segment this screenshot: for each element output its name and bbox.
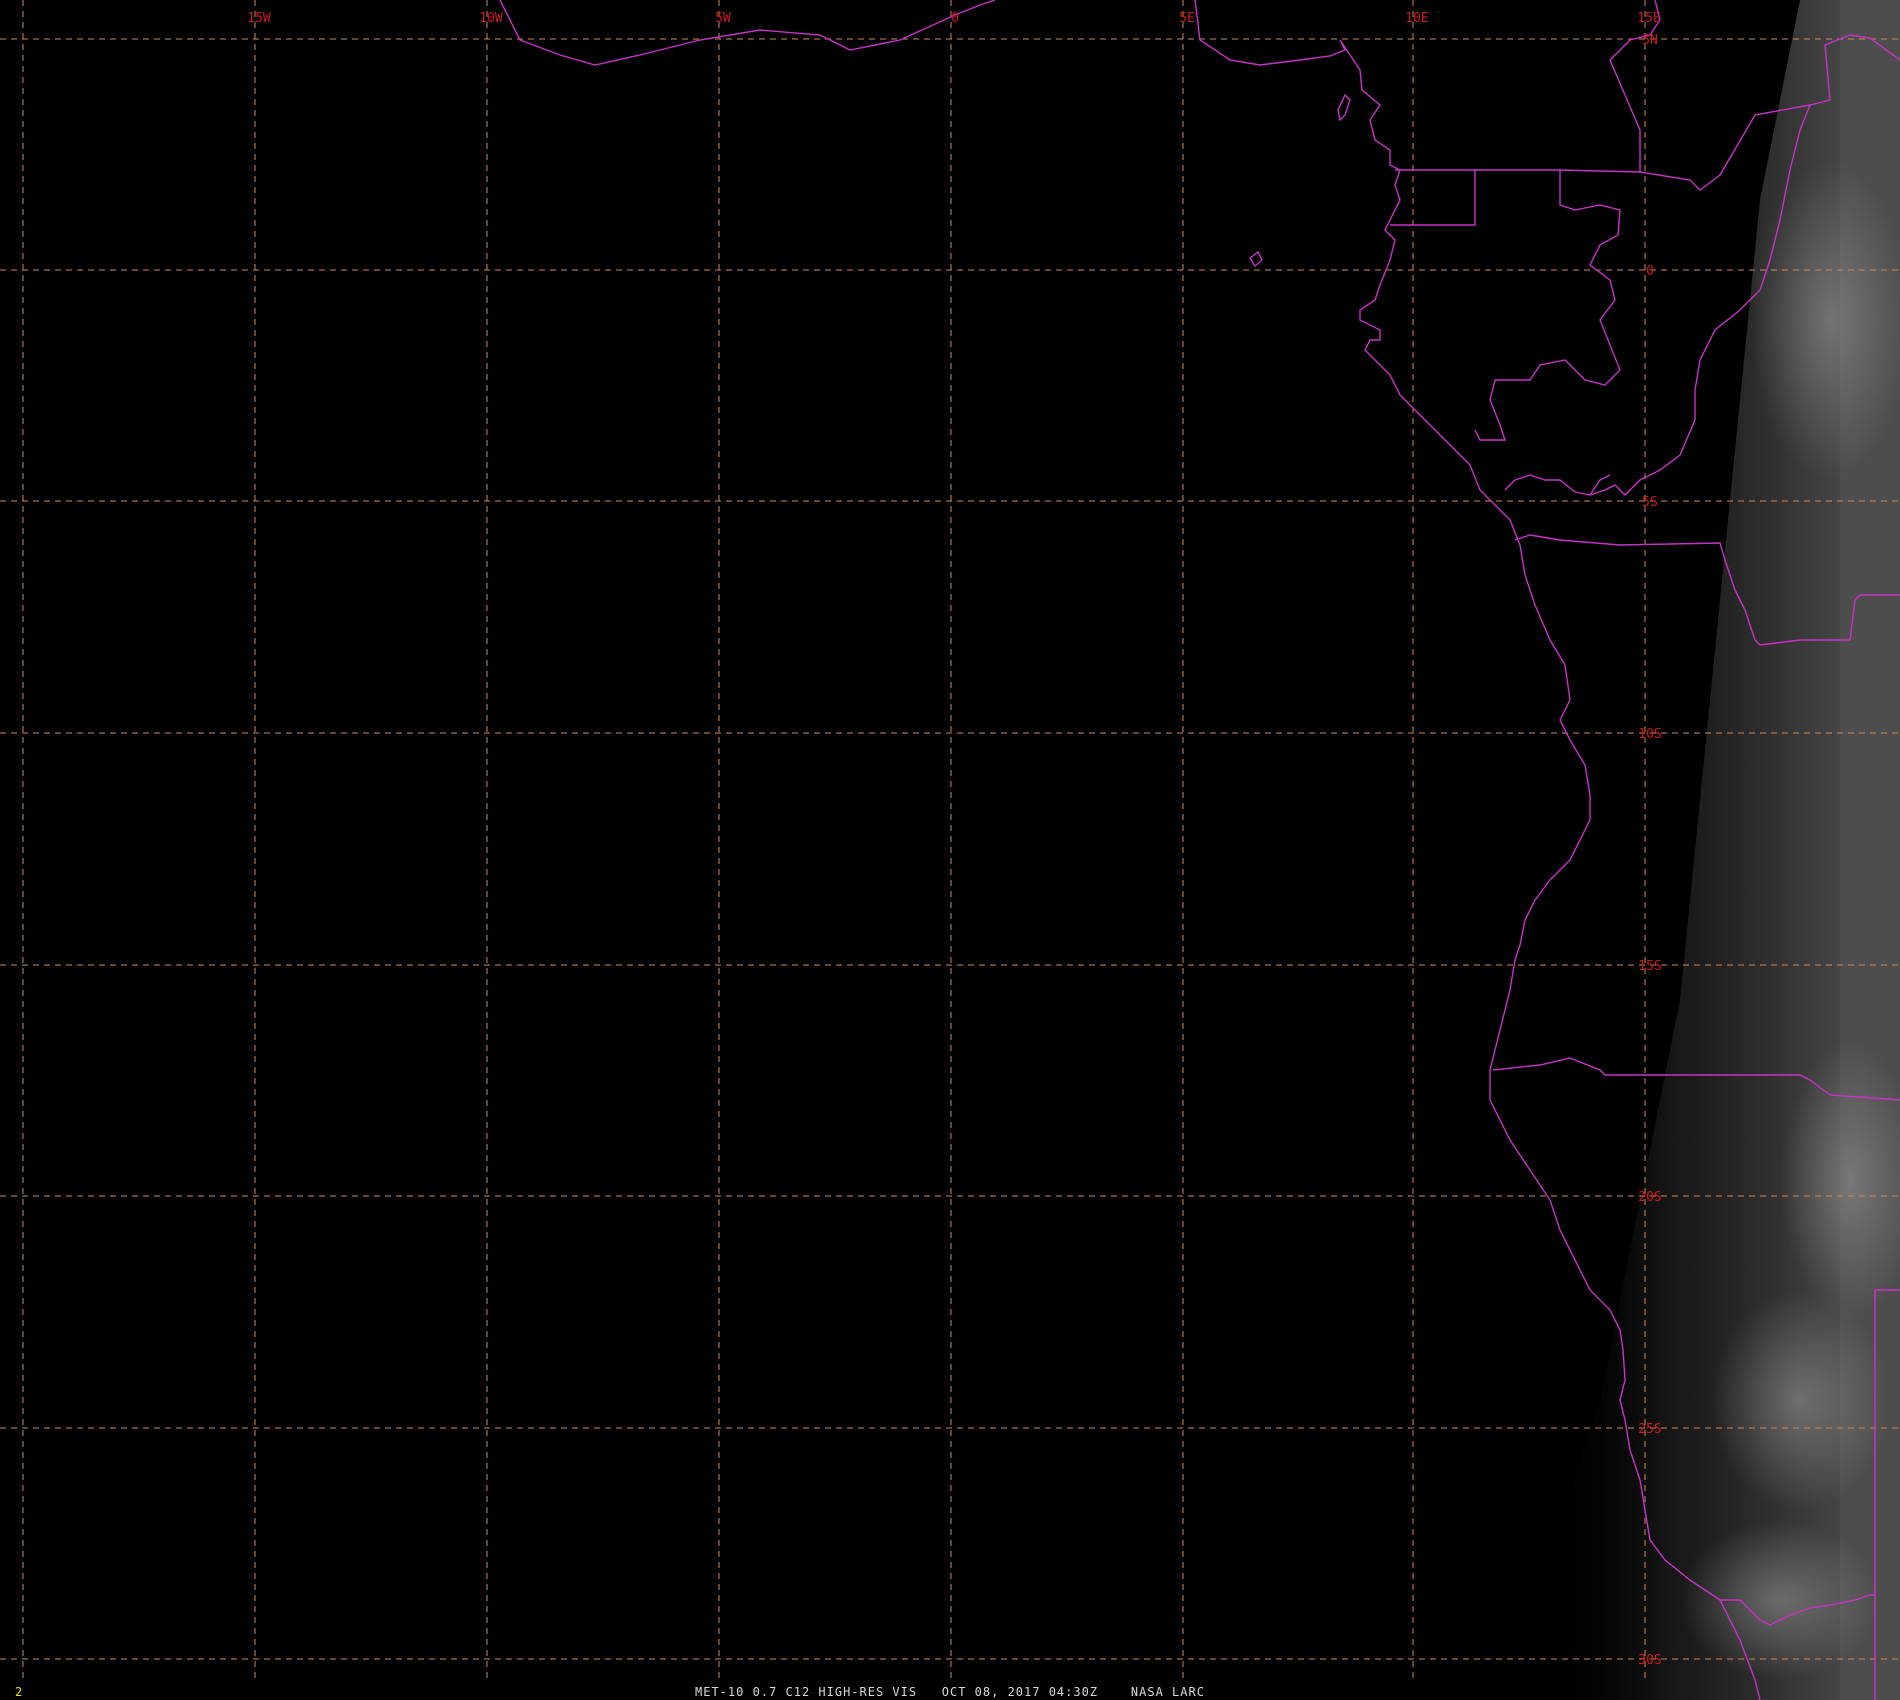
longitude-label: 5W: [715, 11, 731, 26]
longitude-label: 10W: [479, 11, 503, 26]
latitude-label: 5N: [1642, 33, 1658, 48]
cloud-patch: [1710, 1290, 1890, 1510]
latitude-label: 0: [1646, 264, 1654, 279]
satellite-map: 15W 10W 5W 0 5E 10E 15E 5N 0 5S 10S 15S 20S 25S 30S: [0, 0, 1900, 1700]
longitude-label: 15E: [1637, 11, 1660, 26]
cloud-patch: [1680, 1520, 1880, 1680]
longitude-label: 10E: [1405, 11, 1428, 26]
latitude-label: 5S: [1642, 495, 1658, 510]
latitude-label: 15S: [1638, 959, 1661, 974]
image-caption: MET-10 0.7 C12 HIGH-RES VIS OCT 08, 2017…: [695, 1685, 1205, 1699]
latitude-label: 25S: [1638, 1422, 1661, 1437]
longitude-label: 5E: [1179, 11, 1195, 26]
longitude-label: 0: [951, 11, 959, 26]
longitude-label: 15W: [247, 11, 271, 26]
latitude-label: 30S: [1638, 1653, 1661, 1668]
latitude-label: 10S: [1638, 727, 1661, 742]
latitude-label: 20S: [1638, 1190, 1661, 1205]
